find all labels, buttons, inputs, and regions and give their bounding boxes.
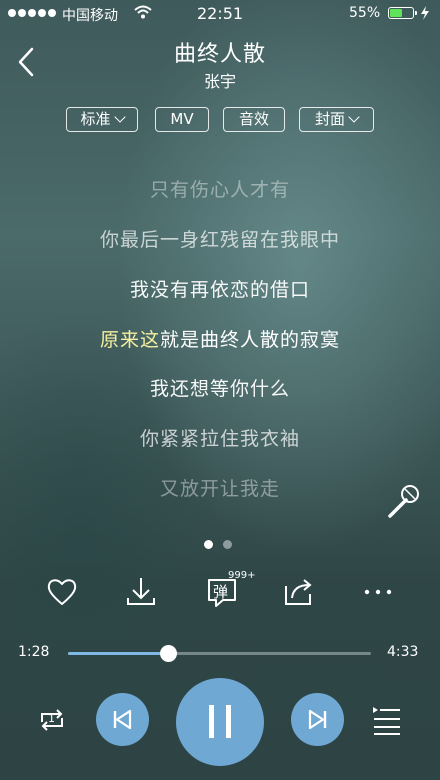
current-time: 1:28 — [18, 644, 50, 660]
sound-effect-label: 音效 — [238, 110, 269, 128]
status-bar: 中国移动 22:51 55% — [0, 0, 440, 28]
mv-button[interactable]: MV — [155, 107, 209, 132]
page-dot[interactable] — [223, 540, 232, 549]
lyric-line: 我还想等你什么 — [149, 378, 290, 400]
battery-percent: 55% — [349, 5, 381, 21]
chevron-down-icon — [113, 111, 126, 123]
total-time: 4:33 — [387, 644, 419, 660]
chevron-down-icon — [348, 111, 360, 123]
previous-icon — [113, 709, 132, 730]
share-icon[interactable] — [279, 572, 319, 612]
mv-label: MV — [170, 110, 194, 128]
quality-dropdown[interactable]: 标准 — [66, 107, 138, 132]
lyric-line: 你最后一身红残留在我眼中 — [99, 229, 340, 251]
progress-played — [68, 652, 168, 655]
lyric-line: 只有伤心人才有 — [149, 179, 290, 201]
next-button[interactable] — [291, 693, 344, 746]
playback-controls: 1 — [0, 678, 440, 768]
sound-effect-button[interactable]: 音效 — [223, 107, 285, 132]
current-lyric-line: 原来这就是曲终人散的寂寞 — [0, 325, 440, 352]
danmu-count-badge: 999+ — [228, 570, 256, 581]
playlist-button[interactable] — [369, 702, 405, 738]
lyric-line: 我没有再依恋的借口 — [129, 279, 310, 301]
quality-label: 标准 — [80, 110, 111, 128]
more-icon[interactable] — [358, 572, 398, 612]
download-icon[interactable] — [121, 572, 161, 612]
repeat-one-label: 1 — [48, 712, 55, 725]
cover-dropdown[interactable]: 封面 — [299, 107, 374, 132]
song-title: 曲终人散 — [173, 42, 266, 67]
next-icon — [308, 709, 327, 730]
lyric-line: 又放开让我走 — [159, 478, 280, 500]
page-dot[interactable] — [204, 540, 213, 549]
lyric-line: 你紧紧拉住我衣袖 — [139, 428, 300, 450]
progress-track[interactable] — [68, 645, 371, 662]
page-indicator — [204, 540, 232, 549]
pause-icon — [209, 705, 231, 738]
lyric-unsung-part: 就是曲终人散的寂寞 — [160, 329, 341, 351]
repeat-mode-button[interactable]: 1 — [34, 702, 70, 738]
danmu-label: 弹 — [213, 583, 229, 601]
microphone-icon[interactable] — [384, 482, 422, 520]
cover-label: 封面 — [314, 110, 345, 128]
charging-icon — [421, 6, 429, 20]
heart-icon[interactable] — [42, 572, 82, 612]
pause-button[interactable] — [176, 678, 264, 766]
progress-thumb[interactable] — [159, 645, 177, 662]
lyric-sung-part: 原来这 — [99, 329, 160, 351]
artist-name[interactable]: 张宇 — [0, 68, 440, 92]
battery-icon — [388, 7, 417, 19]
action-row: 弹 — [0, 572, 440, 612]
playback-progress: 1:28 4:33 — [0, 642, 440, 666]
previous-button[interactable] — [96, 693, 149, 746]
